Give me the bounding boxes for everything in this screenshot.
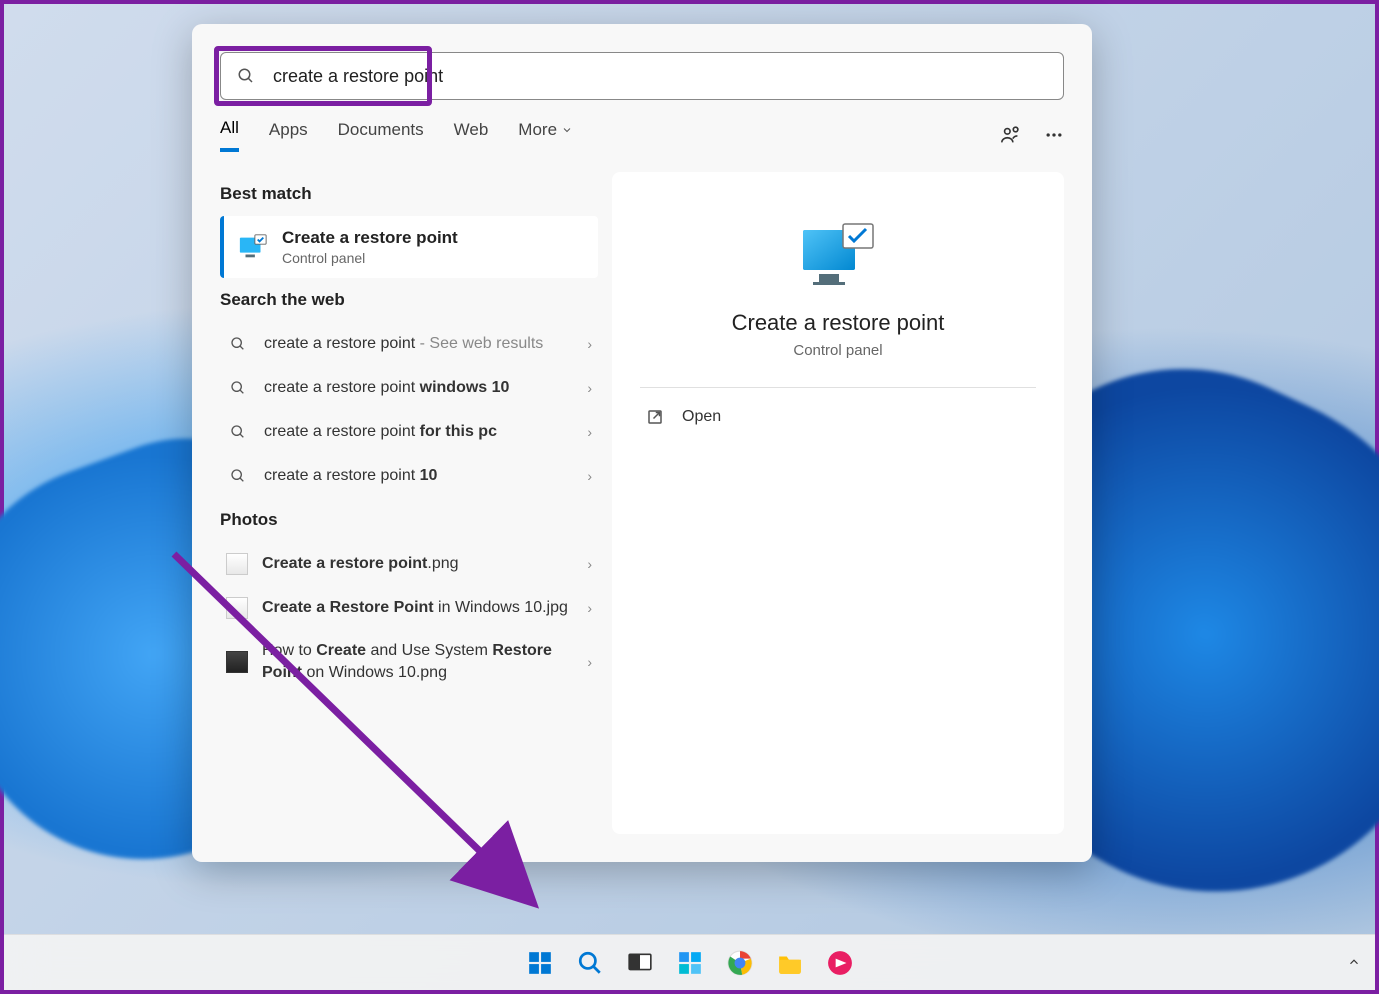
web-result[interactable]: create a restore point for this pc › — [220, 410, 598, 454]
folder-icon — [777, 950, 803, 976]
chevron-right-icon: › — [587, 336, 592, 352]
monitor-check-icon — [238, 233, 268, 261]
search-box[interactable] — [220, 52, 1064, 100]
chevron-right-icon: › — [587, 600, 592, 616]
widgets-icon — [677, 950, 703, 976]
search-web-heading: Search the web — [220, 290, 598, 310]
results-column: Best match Create a restore point Contro… — [220, 172, 598, 834]
filter-more[interactable]: More — [518, 120, 573, 150]
taskbar — [4, 934, 1375, 990]
task-view-button[interactable] — [619, 942, 661, 984]
open-action[interactable]: Open — [640, 388, 1036, 446]
chevron-right-icon: › — [587, 654, 592, 670]
task-view-icon — [627, 950, 653, 976]
tray-chevron[interactable] — [1347, 955, 1361, 972]
file-thumb-icon — [226, 553, 248, 575]
photo-result[interactable]: Create a Restore Point in Windows 10.jpg… — [220, 586, 598, 630]
filter-tabs: All Apps Documents Web More — [192, 118, 1092, 152]
chevron-right-icon: › — [587, 468, 592, 484]
people-icon[interactable] — [1000, 124, 1022, 146]
photo-result[interactable]: How to Create and Use System Restore Poi… — [220, 630, 598, 695]
web-result-text: create a restore point for this pc — [264, 421, 573, 443]
search-icon — [577, 950, 603, 976]
chevron-right-icon: › — [587, 424, 592, 440]
search-icon — [230, 468, 246, 484]
chevron-down-icon — [561, 124, 573, 136]
explorer-button[interactable] — [769, 942, 811, 984]
search-icon — [237, 67, 255, 85]
web-result[interactable]: create a restore point 10 › — [220, 454, 598, 498]
widgets-button[interactable] — [669, 942, 711, 984]
file-thumb-icon — [226, 651, 248, 673]
monitor-check-icon — [799, 222, 877, 290]
file-thumb-icon — [226, 597, 248, 619]
chevron-up-icon — [1347, 955, 1361, 969]
filter-apps[interactable]: Apps — [269, 120, 308, 150]
filter-all[interactable]: All — [220, 118, 239, 152]
chrome-button[interactable] — [719, 942, 761, 984]
chrome-icon — [727, 950, 753, 976]
open-label: Open — [682, 408, 721, 426]
best-match-title: Create a restore point — [282, 228, 458, 248]
photo-result[interactable]: Create a restore point.png › — [220, 542, 598, 586]
web-result-text: create a restore point 10 — [264, 465, 573, 487]
search-button[interactable] — [569, 942, 611, 984]
photo-result-text: Create a Restore Point in Windows 10.jpg — [262, 597, 573, 619]
preview-pane: Create a restore point Control panel Ope… — [612, 172, 1064, 834]
photo-result-text: Create a restore point.png — [262, 553, 573, 575]
preview-title: Create a restore point — [732, 310, 945, 336]
filter-web[interactable]: Web — [454, 120, 489, 150]
search-input[interactable] — [273, 66, 1047, 87]
app-button[interactable] — [819, 942, 861, 984]
web-result[interactable]: create a restore point - See web results… — [220, 322, 598, 366]
best-match-heading: Best match — [220, 184, 598, 204]
more-icon[interactable] — [1044, 125, 1064, 145]
open-icon — [646, 408, 664, 426]
chevron-right-icon: › — [587, 380, 592, 396]
photos-heading: Photos — [220, 510, 598, 530]
search-icon — [230, 336, 246, 352]
web-result-text: create a restore point - See web results — [264, 333, 573, 355]
best-match-subtitle: Control panel — [282, 250, 458, 266]
web-result-text: create a restore point windows 10 — [264, 377, 573, 399]
best-match-result[interactable]: Create a restore point Control panel — [220, 216, 598, 278]
preview-subtitle: Control panel — [793, 342, 882, 359]
windows-icon — [527, 950, 553, 976]
app-icon — [827, 950, 853, 976]
chevron-right-icon: › — [587, 556, 592, 572]
filter-documents[interactable]: Documents — [338, 120, 424, 150]
start-button[interactable] — [519, 942, 561, 984]
start-search-panel: All Apps Documents Web More Best match C… — [192, 24, 1092, 862]
photo-result-text: How to Create and Use System Restore Poi… — [262, 640, 573, 685]
search-icon — [230, 380, 246, 396]
search-icon — [230, 424, 246, 440]
web-result[interactable]: create a restore point windows 10 › — [220, 366, 598, 410]
